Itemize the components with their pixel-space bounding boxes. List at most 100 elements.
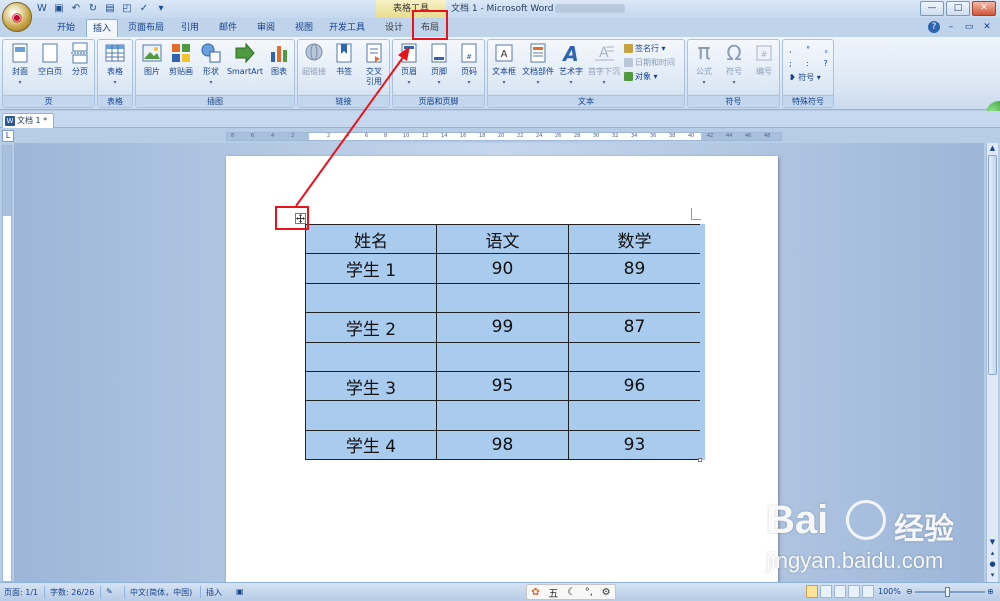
table-cell[interactable]	[568, 341, 701, 372]
table-cell[interactable]	[305, 282, 437, 314]
word-count[interactable]: 字数: 26/26	[50, 587, 94, 598]
office-button[interactable]: ◉	[2, 2, 32, 32]
outline-view-button[interactable]	[848, 585, 860, 598]
ribbon-close-icon[interactable]: ✕	[980, 21, 994, 34]
vertical-ruler[interactable]	[2, 145, 12, 582]
web-layout-view-button[interactable]	[834, 585, 846, 598]
table-cell[interactable]: 学生 3	[305, 370, 437, 402]
insert-mode[interactable]: 插入	[206, 587, 222, 598]
page-break-button[interactable]: 分页	[65, 42, 95, 77]
header-button[interactable]: 页眉 ▾	[394, 42, 424, 88]
zoom-in-icon[interactable]: ⊕	[987, 587, 994, 596]
scrollbar-thumb[interactable]	[988, 155, 997, 375]
shapes-button[interactable]: 形状 ▾	[196, 42, 226, 88]
clip-art-button[interactable]: 剪贴画	[166, 42, 196, 77]
special-symbol-dropdown[interactable]: ❥ 符号 ▾	[789, 72, 821, 84]
tab-view[interactable]: 视图	[288, 19, 320, 37]
cross-reference-button[interactable]: 交叉 引用	[359, 42, 389, 87]
special-symbols-palette[interactable]: , ° 。	[789, 44, 839, 56]
object-button[interactable]: 对象 ▾	[624, 71, 658, 83]
symbol-button[interactable]: Ω 符号 ▾	[719, 42, 749, 88]
table-cell[interactable]: 87	[568, 312, 701, 343]
zoom-slider[interactable]	[915, 591, 985, 593]
maximize-button[interactable]: □	[946, 1, 970, 16]
tab-insert[interactable]: 插入	[86, 19, 118, 37]
drop-cap-button[interactable]: A 首字下沉 ▾	[586, 42, 622, 88]
open-icon[interactable]: ▤	[104, 3, 116, 15]
ime-wubi[interactable]: 五	[548, 585, 558, 600]
proofing-icon[interactable]: ✎	[106, 587, 113, 596]
document-tab[interactable]: W 文档 1 *	[2, 113, 54, 128]
table-cell[interactable]: 89	[568, 253, 701, 284]
table-cell[interactable]: 90	[436, 253, 569, 284]
save-icon[interactable]: ▣	[53, 3, 65, 15]
horizontal-ruler[interactable]: 8 6 4 2 2 4 6 8 10 12 14 16 18 20 22 24 26 28 30 32 34 36 38 40…	[226, 132, 782, 141]
ribbon-minimize-icon[interactable]: –	[944, 21, 958, 34]
cover-page-button[interactable]: 封面 ▾	[5, 42, 35, 88]
spelling-icon[interactable]: ✓	[138, 3, 150, 15]
page-count[interactable]: 页面: 1/1	[4, 587, 38, 598]
help-icon[interactable]: ?	[928, 21, 940, 33]
tab-mailings[interactable]: 邮件	[212, 19, 244, 37]
table-cell[interactable]: 语文	[436, 223, 569, 255]
table-button[interactable]: 表格 ▾	[100, 42, 130, 88]
hyperlink-button[interactable]: 超链接	[299, 42, 329, 77]
table-cell[interactable]: 学生 4	[305, 429, 437, 461]
word-icon[interactable]: W	[36, 3, 48, 15]
footer-button[interactable]: 页脚 ▾	[424, 42, 454, 88]
blank-page-button[interactable]: 空白页	[35, 42, 65, 77]
equation-button[interactable]: π 公式 ▾	[689, 42, 719, 88]
table-cell[interactable]	[568, 400, 701, 431]
print-preview-icon[interactable]: ◰	[121, 3, 133, 15]
smartart-button[interactable]: SmartArt	[226, 42, 264, 77]
grade-table[interactable]: 姓名 语文 数学 学生 1 90 89 学生 2 99 87 学生 3 95 96 学生 4 98 93	[305, 223, 701, 461]
ribbon-restore-icon[interactable]: ▭	[962, 21, 976, 34]
text-box-button[interactable]: A 文本框 ▾	[489, 42, 519, 88]
table-resize-handle[interactable]	[698, 458, 702, 462]
tab-references[interactable]: 引用	[174, 19, 206, 37]
date-time-button[interactable]: 日期和时间	[624, 57, 675, 69]
ime-paw-icon[interactable]: ✿	[531, 587, 539, 598]
ime-moon-icon[interactable]: ☾	[567, 587, 576, 598]
table-cell[interactable]	[305, 400, 437, 431]
tab-table-design[interactable]: 设计	[377, 19, 411, 37]
picture-button[interactable]: 图片	[137, 42, 167, 77]
table-cell[interactable]	[305, 341, 437, 372]
zoom-level[interactable]: 100%	[878, 587, 901, 596]
ime-punct-icon[interactable]: °,	[585, 587, 593, 598]
zoom-out-icon[interactable]: ⊖	[906, 587, 913, 596]
draft-view-button[interactable]	[862, 585, 874, 598]
bookmark-button[interactable]: 书签	[329, 42, 359, 77]
table-cell[interactable]: 93	[568, 429, 701, 461]
close-button[interactable]: ✕	[972, 1, 996, 16]
tab-home[interactable]: 开始	[48, 19, 84, 37]
minimize-button[interactable]: —	[920, 1, 944, 16]
language-indicator[interactable]: 中文(简体，中国)	[130, 587, 192, 598]
table-cell[interactable]: 99	[436, 312, 569, 343]
table-cell[interactable]: 96	[568, 370, 701, 402]
full-screen-view-button[interactable]	[820, 585, 832, 598]
wordart-button[interactable]: A 艺术字 ▾	[556, 42, 586, 88]
page-number-button[interactable]: # 页码 ▾	[454, 42, 484, 88]
scroll-up-icon[interactable]: ▲	[987, 143, 998, 154]
print-layout-view-button[interactable]	[806, 585, 818, 598]
table-cell[interactable]	[568, 282, 701, 314]
numbering-button[interactable]: # 编号	[749, 42, 779, 77]
redo-icon[interactable]: ↻	[87, 3, 99, 15]
ime-settings-icon[interactable]: ⚙	[602, 587, 611, 598]
table-cell[interactable]: 95	[436, 370, 569, 402]
macro-record-icon[interactable]: ▣	[236, 587, 244, 596]
tab-page-layout[interactable]: 页面布局	[124, 19, 168, 37]
table-cell[interactable]	[436, 341, 569, 372]
table-cell[interactable]: 98	[436, 429, 569, 461]
table-cell[interactable]: 学生 1	[305, 253, 437, 284]
special-symbols-palette-2[interactable]: ; : ?	[789, 58, 834, 70]
chart-button[interactable]: 图表	[264, 42, 294, 77]
tab-selector[interactable]: L	[2, 130, 14, 142]
signature-line-button[interactable]: 签名行 ▾	[624, 43, 666, 55]
table-cell[interactable]	[436, 282, 569, 314]
quick-parts-button[interactable]: 文档部件 ▾	[520, 42, 556, 88]
table-cell[interactable]: 姓名	[305, 223, 437, 255]
qat-dropdown-icon[interactable]: ▾	[155, 3, 167, 15]
tab-review[interactable]: 审阅	[250, 19, 282, 37]
